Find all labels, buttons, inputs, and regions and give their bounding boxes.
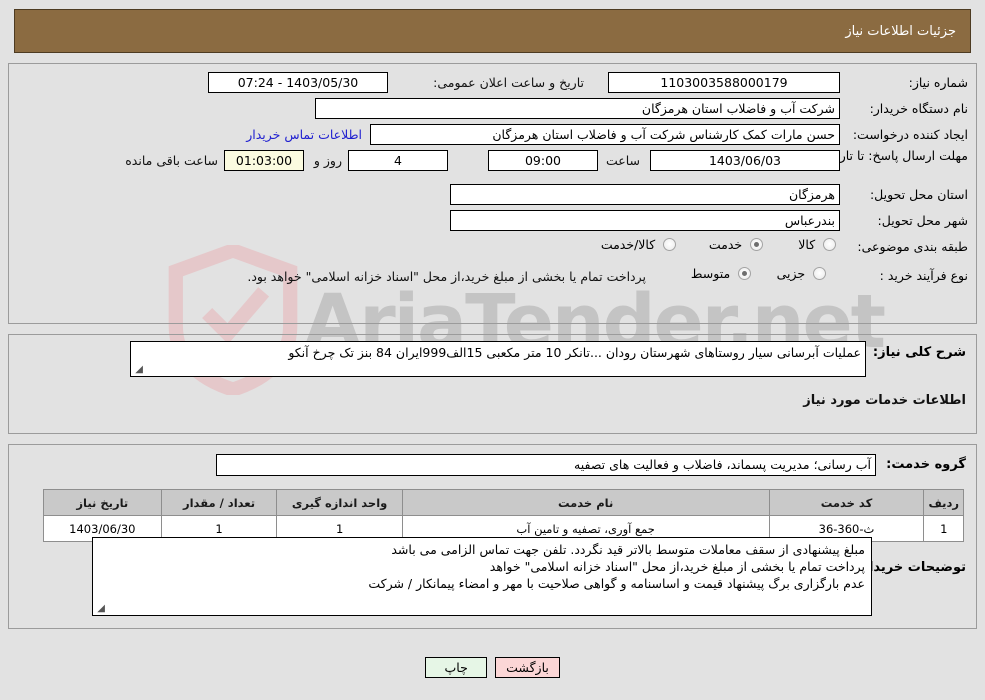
deadline-date-value: 1403/06/03 [650, 150, 840, 171]
remaining-days-label: روز و [313, 153, 342, 168]
description-panel: شرح کلی نیاز: عملیات آبرسانی سیار روستاه… [8, 334, 977, 434]
col-index: ردیف [923, 489, 964, 516]
category-option-kala-khedmat[interactable]: کالا/خدمت [601, 237, 676, 252]
city-value: بندرعباس [450, 210, 840, 231]
print-button[interactable]: چاپ [425, 657, 488, 678]
col-unit: واحد اندازه گیری [276, 489, 403, 516]
buyer-notes-line-3: عدم بارگزاری برگ پیشنهاد قیمت و اساسنامه… [368, 576, 865, 591]
remaining-days-value: 4 [348, 150, 448, 171]
page-title: جزئیات اطلاعات نیاز [845, 23, 956, 39]
buyer-notes-line-1: مبلغ پیشنهادی از سقف معاملات متوسط بالات… [391, 542, 865, 557]
need-number-label: شماره نیاز: [908, 75, 968, 90]
buyer-org-value: شرکت آب و فاضلاب استان هرمزگان [315, 98, 840, 119]
remaining-time-label: ساعت باقی مانده [125, 153, 218, 168]
services-section-title: اطلاعات خدمات مورد نیاز [803, 393, 966, 408]
process-option-motevaset[interactable]: متوسط [691, 266, 751, 281]
city-label: شهر محل تحویل: [877, 213, 968, 228]
description-textarea[interactable]: عملیات آبرسانی سیار روستاهای شهرستان رود… [130, 341, 866, 377]
description-value: عملیات آبرسانی سیار روستاهای شهرستان رود… [288, 345, 861, 360]
service-group-label: گروه خدمت: [886, 457, 966, 472]
col-code: کد خدمت [768, 489, 925, 516]
services-panel: گروه خدمت: آب رسانی؛ مدیریت پسماند، فاضل… [8, 444, 977, 629]
process-option-jozei-label: جزیی [776, 266, 806, 281]
announce-datetime-value: 1403/05/30 - 07:24 [208, 72, 388, 93]
buyer-contact-link[interactable]: اطلاعات تماس خریدار [246, 127, 362, 142]
resize-grip-icon[interactable]: ◢ [133, 365, 143, 375]
buyer-notes-label: توضیحات خریدار: [856, 560, 966, 575]
province-value: هرمزگان [450, 184, 840, 205]
table-header-row: ردیف کد خدمت نام خدمت واحد اندازه گیری ت… [43, 489, 964, 516]
province-label: استان محل تحویل: [869, 187, 968, 202]
col-quantity: تعداد / مقدار [160, 489, 278, 516]
deadline-hour-label: ساعت [605, 153, 640, 168]
buyer-notes-line-2: پرداخت تمام یا بخشی از مبلغ خرید،از محل … [489, 559, 865, 574]
cell-index: 1 [923, 515, 964, 542]
remaining-time-value: 01:03:00 [224, 150, 304, 171]
radio-kala-icon[interactable] [823, 238, 836, 251]
description-label: شرح کلی نیاز: [872, 345, 966, 360]
radio-jozei-icon[interactable] [813, 267, 826, 280]
category-option-khedmat-label: خدمت [708, 237, 743, 252]
process-label: نوع فرآیند خرید : [879, 268, 968, 283]
radio-kala-khedmat-icon[interactable] [663, 238, 676, 251]
buyer-org-label: نام دستگاه خریدار: [869, 101, 968, 116]
treasury-note: پرداخت تمام یا بخشی از مبلغ خرید،از محل … [247, 269, 646, 284]
category-option-khedmat[interactable]: خدمت [709, 237, 763, 252]
resize-grip-icon[interactable]: ◢ [95, 604, 105, 614]
process-option-jozei[interactable]: جزیی [777, 266, 826, 281]
category-option-kala-khedmat-label: کالا/خدمت [600, 237, 656, 252]
services-table-wrap: ردیف کد خدمت نام خدمت واحد اندازه گیری ت… [43, 489, 964, 542]
creator-value: حسن مارات کمک کارشناس شرکت آب و فاضلاب ا… [370, 124, 840, 145]
col-name: نام خدمت [401, 489, 770, 516]
col-need-date: تاریخ نیاز [43, 489, 162, 516]
services-table: ردیف کد خدمت نام خدمت واحد اندازه گیری ت… [43, 489, 964, 542]
action-buttons: بازگشت چاپ [0, 657, 985, 678]
announce-datetime-label: تاریخ و ساعت اعلان عمومی: [433, 75, 584, 90]
deadline-hour-value: 09:00 [488, 150, 598, 171]
deadline-label: مهلت ارسال پاسخ: تا تاریخ: [823, 148, 968, 163]
category-option-kala-label: کالا [798, 237, 816, 252]
need-info-panel: شماره نیاز: 1103003588000179 تاریخ و ساع… [8, 63, 977, 324]
radio-motevaset-icon[interactable] [738, 267, 751, 280]
service-group-value: آب رسانی؛ مدیریت پسماند، فاضلاب و فعالیت… [216, 454, 876, 476]
radio-khedmat-icon[interactable] [750, 238, 763, 251]
creator-label: ایجاد کننده درخواست: [852, 127, 968, 142]
category-option-kala[interactable]: کالا [798, 237, 836, 252]
back-button[interactable]: بازگشت [495, 657, 560, 678]
buyer-notes-textarea[interactable]: مبلغ پیشنهادی از سقف معاملات متوسط بالات… [92, 537, 872, 616]
category-label: طبقه بندی موضوعی: [857, 239, 968, 254]
need-number-value: 1103003588000179 [608, 72, 840, 93]
page-title-bar: جزئیات اطلاعات نیاز [14, 9, 971, 53]
process-option-motevaset-label: متوسط [690, 266, 731, 281]
